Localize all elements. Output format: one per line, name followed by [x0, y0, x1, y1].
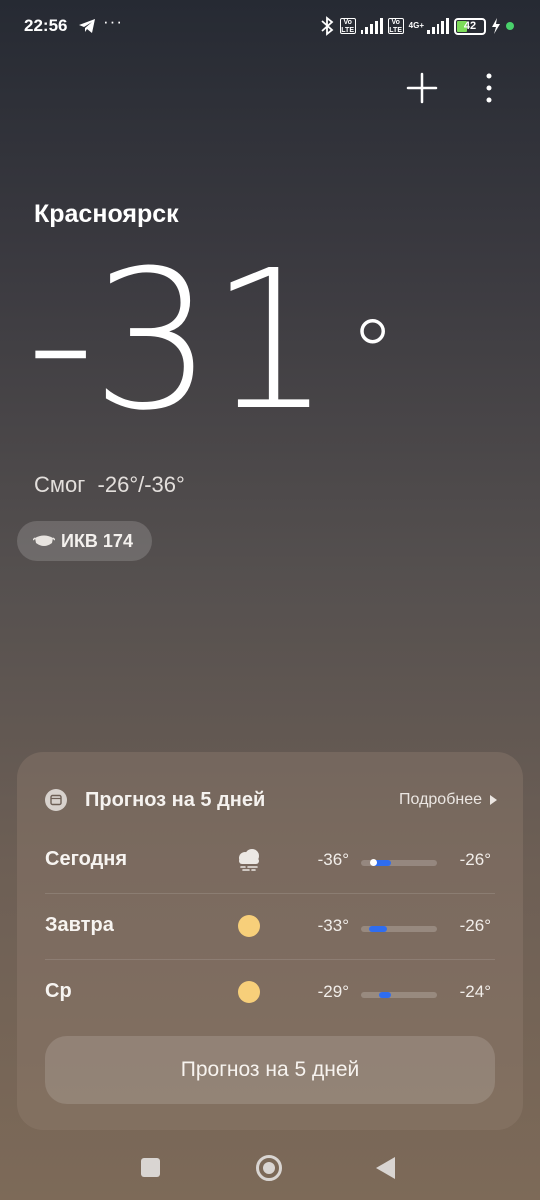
- volte-icon: Vo LTE: [339, 18, 356, 34]
- privacy-dot-icon: [506, 22, 514, 30]
- more-menu-icon[interactable]: [478, 70, 500, 106]
- forecast-title: Прогноз на 5 дней: [85, 789, 266, 811]
- forecast-row-tomorrow[interactable]: Завтра -33° -26°: [45, 894, 495, 960]
- forecast-low: -33°: [317, 916, 349, 935]
- temperature-range-bar: [361, 992, 437, 998]
- home-button[interactable]: [256, 1155, 282, 1181]
- more-notifications-icon: ···: [103, 12, 123, 31]
- battery-percent: 42: [463, 20, 477, 32]
- aqi-badge[interactable]: ИКВ 174: [17, 521, 152, 561]
- forecast-row-today[interactable]: Сегодня -36° -26°: [45, 828, 495, 894]
- add-city-button[interactable]: [404, 70, 440, 106]
- forecast-card: Прогноз на 5 дней Подробнее Сегодня -36°…: [17, 752, 523, 1130]
- battery-icon: 42: [454, 17, 486, 35]
- bluetooth-icon: [321, 16, 334, 36]
- forecast-header: Прогноз на 5 дней Подробнее: [45, 787, 497, 817]
- volte-icon-2: Vo LTE: [387, 18, 404, 34]
- status-time: 22:56: [24, 16, 68, 35]
- snow-cloud-icon: [239, 849, 259, 871]
- recent-apps-button[interactable]: [141, 1158, 160, 1177]
- current-temperature: -31 °: [26, 236, 396, 448]
- forecast-low: -29°: [317, 982, 349, 1001]
- temperature-range-bar: [361, 926, 437, 932]
- sun-icon: [235, 912, 263, 940]
- more-link[interactable]: Подробнее: [399, 791, 497, 809]
- temperature-range-bar: [361, 859, 437, 866]
- forecast-day: Завтра: [45, 914, 114, 936]
- city-name: Красноярск: [34, 200, 179, 228]
- temperature-value: -31: [26, 230, 332, 453]
- forecast-high: -26°: [459, 916, 491, 935]
- mask-icon: [33, 535, 55, 546]
- network-type: 4G+: [408, 21, 424, 30]
- temperature-range: -26°/-36°: [97, 472, 185, 497]
- signal-icon: [360, 18, 383, 34]
- calendar-icon: [45, 789, 67, 811]
- forecast-low: -36°: [317, 850, 349, 869]
- sun-icon: [235, 978, 263, 1006]
- telegram-icon: [79, 19, 95, 33]
- status-bar: 22:56 ··· Vo LTE Vo LTE 4G+ 42: [0, 0, 540, 52]
- weather-summary: Смог -26°/-36°: [34, 472, 185, 498]
- weather-condition: Смог: [34, 472, 86, 497]
- degree-symbol: °: [349, 300, 396, 407]
- status-icons: Vo LTE Vo LTE 4G+ 42: [319, 16, 514, 36]
- signal-icon-2: [427, 18, 449, 34]
- five-day-forecast-button[interactable]: Прогноз на 5 дней: [45, 1036, 495, 1104]
- forecast-day: Ср: [45, 980, 72, 1002]
- forecast-high: -26°: [459, 850, 491, 869]
- aqi-value: ИКВ 174: [61, 530, 133, 551]
- forecast-day: Сегодня: [45, 848, 128, 870]
- more-link-label: Подробнее: [399, 791, 482, 808]
- current-temp-dot: [370, 859, 377, 866]
- back-button[interactable]: [376, 1157, 395, 1179]
- charging-icon: [492, 18, 500, 34]
- chevron-right-icon: [490, 795, 497, 805]
- forecast-high: -24°: [459, 982, 491, 1001]
- forecast-row-wednesday[interactable]: Ср -29° -24°: [45, 960, 495, 1026]
